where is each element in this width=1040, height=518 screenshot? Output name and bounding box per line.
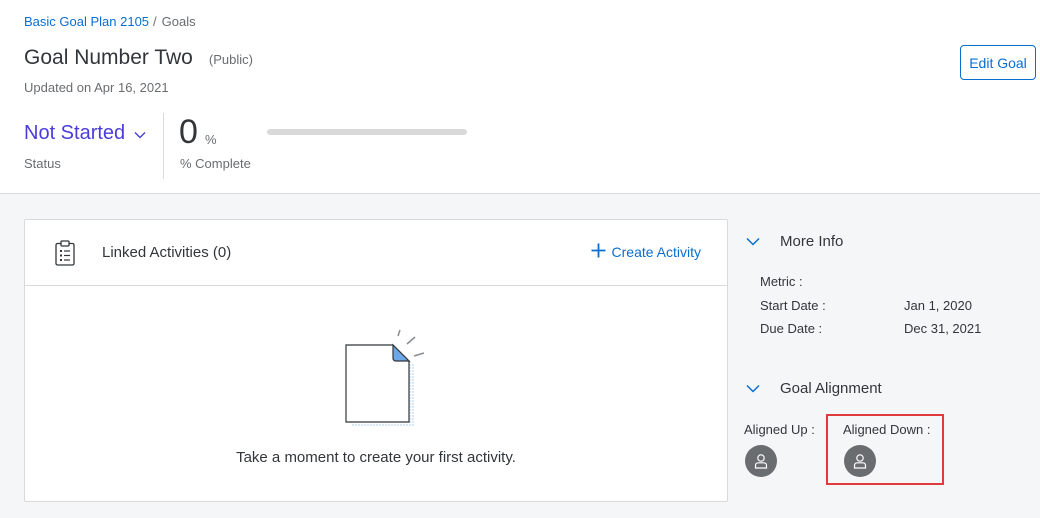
- progress-bar: [267, 129, 467, 135]
- chevron-down-icon: [746, 380, 760, 397]
- page-title: Goal Number Two: [24, 46, 193, 69]
- person-icon: [754, 454, 768, 469]
- percent-complete-value: 0: [179, 113, 198, 151]
- breadcrumb-separator: /: [153, 14, 157, 29]
- clipboard-icon: [54, 240, 76, 271]
- updated-timestamp: Updated on Apr 16, 2021: [24, 80, 169, 95]
- metric-label: Metric :: [760, 274, 803, 289]
- start-date-label: Start Date :: [760, 298, 826, 313]
- due-date-value: Dec 31, 2021: [904, 321, 982, 336]
- create-activity-button[interactable]: Create Activity: [591, 243, 701, 261]
- chevron-down-icon: [746, 233, 760, 250]
- create-activity-label: Create Activity: [611, 244, 701, 260]
- empty-document-illustration: [343, 328, 453, 433]
- title-row: Goal Number Two (Public): [24, 46, 253, 70]
- empty-state-message: Take a moment to create your first activ…: [236, 449, 516, 466]
- start-date-value: Jan 1, 2020: [904, 298, 972, 313]
- due-date-label: Due Date :: [760, 321, 823, 336]
- percent-complete-label: % Complete: [180, 156, 251, 171]
- more-info-title: More Info: [780, 233, 844, 250]
- goal-alignment-title: Goal Alignment: [780, 380, 882, 397]
- status-dropdown[interactable]: Not Started: [24, 122, 146, 145]
- breadcrumb-link-goal-plan[interactable]: Basic Goal Plan 2105: [24, 14, 149, 29]
- status-value: Not Started: [24, 122, 126, 144]
- chevron-down-icon: [134, 122, 146, 145]
- divider: [163, 113, 164, 179]
- more-info-toggle[interactable]: More Info: [746, 233, 843, 250]
- plus-icon: [591, 243, 606, 261]
- card-title: Linked Activities (0): [102, 244, 232, 261]
- edit-goal-button[interactable]: Edit Goal: [960, 45, 1036, 80]
- aligned-up-label: Aligned Up :: [744, 422, 815, 437]
- goal-header: Basic Goal Plan 2105 / Goals Goal Number…: [0, 0, 1040, 194]
- goal-alignment-toggle[interactable]: Goal Alignment: [746, 380, 882, 397]
- status-label: Status: [24, 156, 61, 171]
- breadcrumb: Basic Goal Plan 2105 / Goals: [24, 14, 196, 29]
- aligned-down-highlight-box: [826, 414, 944, 485]
- linked-activities-card: Linked Activities (0) Create Activity Ta…: [24, 219, 728, 502]
- aligned-up-avatar[interactable]: [745, 445, 777, 477]
- breadcrumb-current: Goals: [161, 14, 196, 29]
- visibility-badge: (Public): [208, 52, 253, 67]
- card-header: Linked Activities (0) Create Activity: [25, 220, 727, 286]
- percent-unit: %: [205, 132, 217, 147]
